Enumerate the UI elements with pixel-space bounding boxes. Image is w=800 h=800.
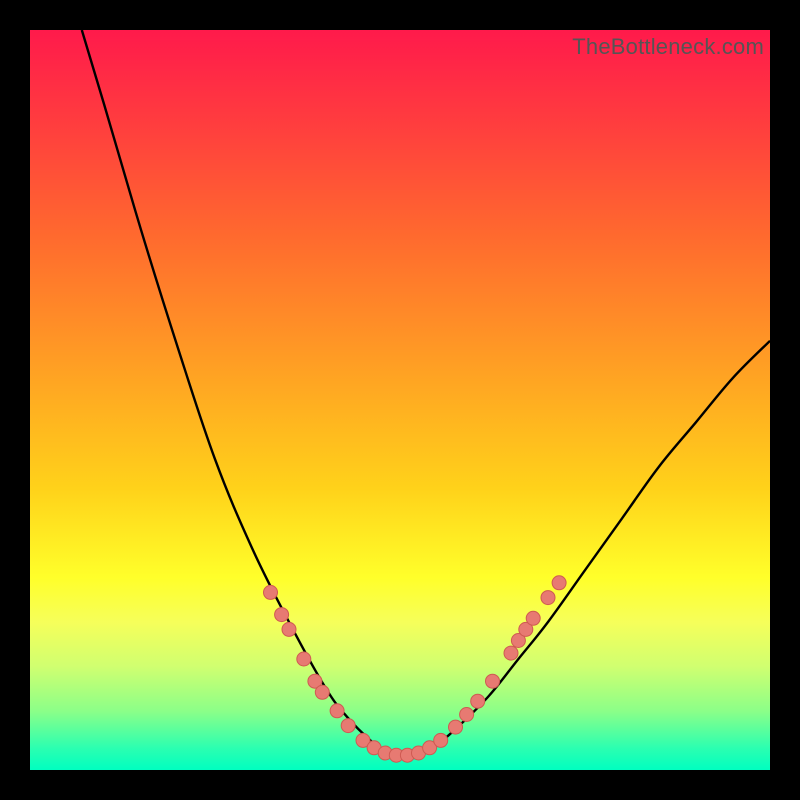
chart-plot-area: TheBottleneck.com	[30, 30, 770, 770]
curve-markers	[264, 576, 567, 762]
curve-marker	[541, 591, 555, 605]
curve-marker	[282, 622, 296, 636]
curve-marker	[330, 704, 344, 718]
curve-marker	[504, 646, 518, 660]
curve-marker	[460, 708, 474, 722]
curve-marker	[486, 674, 500, 688]
curve-marker	[449, 720, 463, 734]
curve-marker	[264, 585, 278, 599]
curve-marker	[552, 576, 566, 590]
curve-marker	[341, 719, 355, 733]
curve-marker	[275, 608, 289, 622]
curve-marker	[434, 733, 448, 747]
bottleneck-curve	[82, 30, 770, 755]
curve-marker	[315, 685, 329, 699]
curve-marker	[526, 611, 540, 625]
curve-marker	[471, 694, 485, 708]
chart-svg	[30, 30, 770, 770]
curve-marker	[297, 652, 311, 666]
